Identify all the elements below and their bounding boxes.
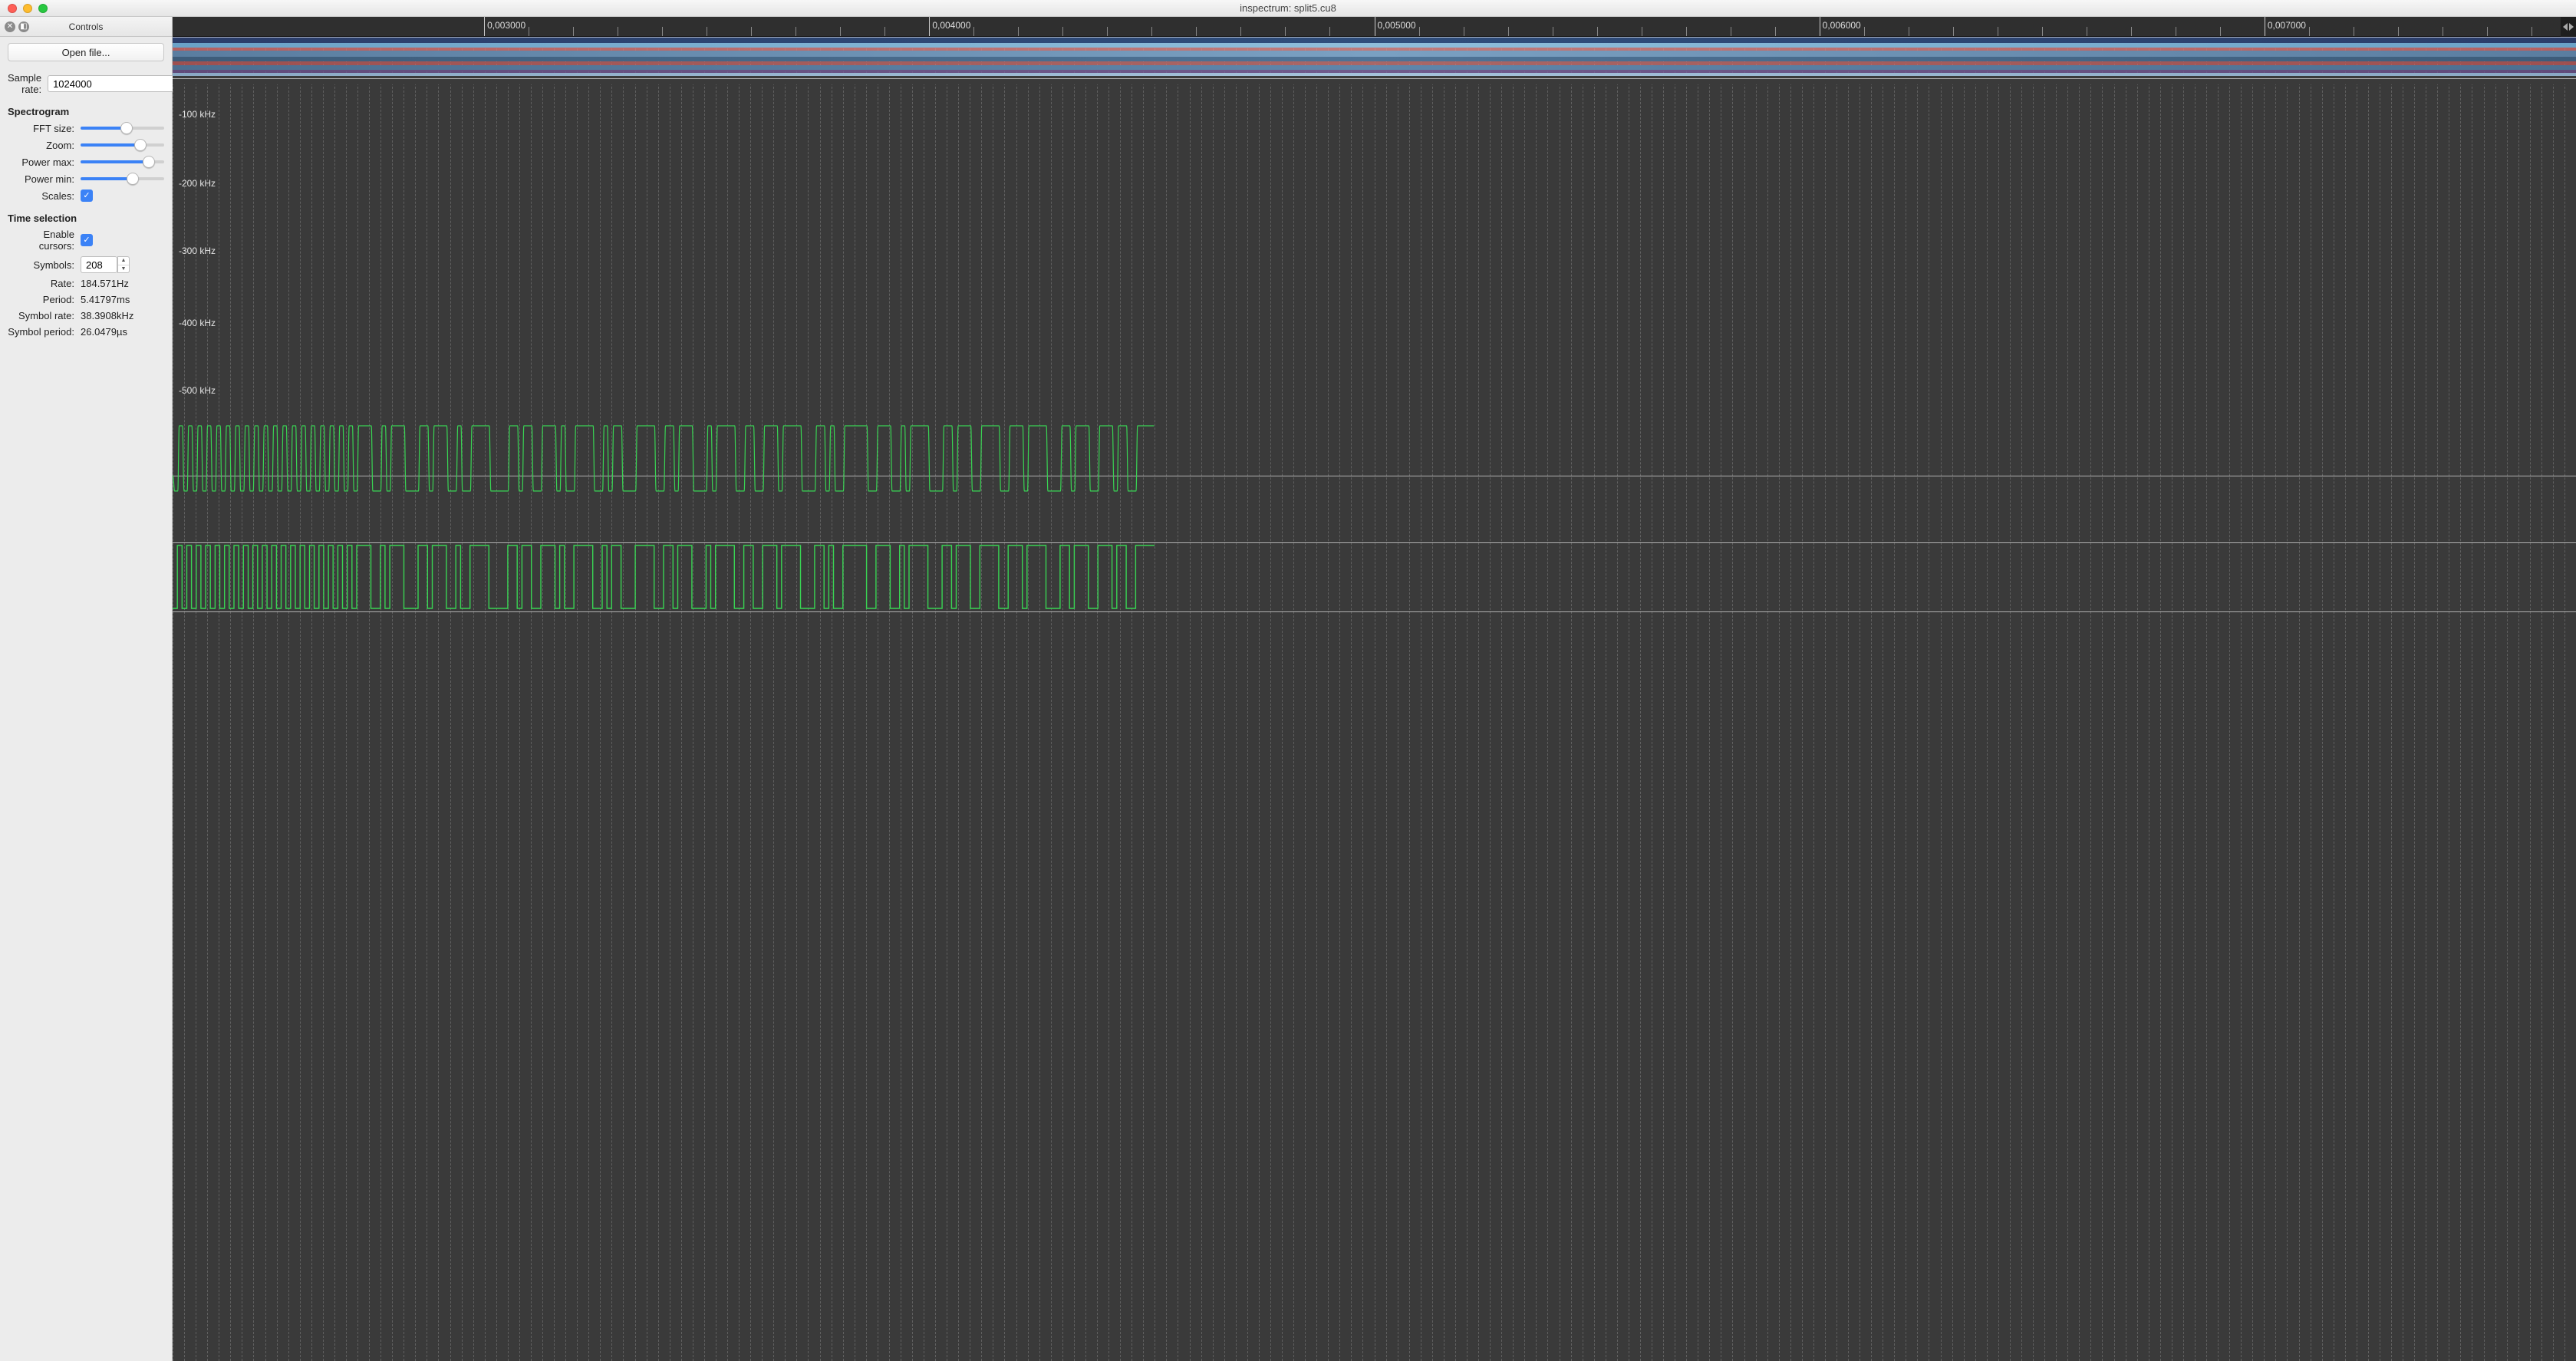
power-min-slider[interactable]: [81, 173, 164, 185]
zoom-label: Zoom:: [8, 140, 81, 151]
window-titlebar: inspectrum: split5.cu8: [0, 0, 2576, 17]
horizontal-scroll-arrows[interactable]: [2561, 17, 2576, 37]
time-selection-section-title: Time selection: [8, 213, 164, 224]
fft-size-slider[interactable]: [81, 122, 164, 134]
sidebar-header: ✕ ◧ Controls: [0, 17, 172, 37]
time-tick-label: 0,004000: [932, 20, 970, 31]
spectrogram-strip: [173, 37, 2576, 84]
rate-value: 184.571Hz: [81, 278, 129, 289]
symbol-rate-label: Symbol rate:: [8, 310, 81, 321]
symbol-grid: [173, 37, 2576, 1361]
rate-label: Rate:: [8, 278, 81, 289]
freq-tick-label: -300 kHz: [179, 246, 2576, 256]
fft-size-label: FFT size:: [8, 123, 81, 134]
scroll-right-icon[interactable]: [2569, 23, 2574, 31]
zoom-icon[interactable]: [38, 4, 48, 13]
scroll-left-icon[interactable]: [2563, 23, 2568, 31]
freq-tick-label: -400 kHz: [179, 318, 2576, 328]
freq-tick-label: -100 kHz: [179, 109, 2576, 120]
traffic-lights: [0, 4, 48, 13]
power-max-label: Power max:: [8, 157, 81, 168]
power-min-label: Power min:: [8, 173, 81, 185]
chevron-down-icon[interactable]: ▼: [118, 265, 129, 273]
period-value: 5.41797ms: [81, 294, 130, 305]
sample-rate-input[interactable]: [48, 75, 193, 92]
threshold-plot: [173, 542, 1155, 611]
symbol-period-label: Symbol period:: [8, 326, 81, 338]
open-file-button[interactable]: Open file...: [8, 43, 164, 61]
spectrogram-section-title: Spectrogram: [8, 106, 164, 117]
chevron-up-icon[interactable]: ▲: [118, 257, 129, 265]
symbol-rate-value: 38.3908kHz: [81, 310, 133, 321]
time-tick-label: 0,006000: [1823, 20, 1861, 31]
time-tick-label: 0,003000: [487, 20, 525, 31]
symbols-input[interactable]: [81, 256, 117, 273]
window-title: inspectrum: split5.cu8: [0, 2, 2576, 14]
enable-cursors-checkbox[interactable]: ✓: [81, 234, 93, 246]
enable-cursors-label: Enable cursors:: [8, 229, 81, 252]
minimize-icon[interactable]: [23, 4, 32, 13]
time-tick-label: 0,005000: [1378, 20, 1416, 31]
symbol-period-value: 26.0479µs: [81, 326, 127, 338]
power-max-slider[interactable]: [81, 156, 164, 168]
time-tick-label: 0,007000: [2268, 20, 2306, 31]
freq-tick-label: -200 kHz: [179, 178, 2576, 189]
close-icon[interactable]: [8, 4, 17, 13]
amplitude-plot: [173, 407, 1155, 522]
symbols-label: Symbols:: [8, 259, 81, 271]
zoom-slider[interactable]: [81, 139, 164, 151]
symbols-stepper[interactable]: ▲▼: [117, 256, 130, 273]
controls-sidebar: ✕ ◧ Controls Open file... Sample rate: S…: [0, 17, 173, 1361]
scales-label: Scales:: [8, 190, 81, 202]
sample-rate-label: Sample rate:: [8, 72, 48, 95]
period-label: Period:: [8, 294, 81, 305]
scales-checkbox[interactable]: ✓: [81, 189, 93, 202]
sidebar-title: Controls: [0, 21, 172, 32]
freq-tick-label: -500 kHz: [179, 385, 2576, 396]
time-ruler: 0,003000 0,004000 0,005000 0,006000 0,007000: [173, 17, 2576, 37]
spectrogram-view[interactable]: 0,003000 0,004000 0,005000 0,006000 0,007000: [173, 17, 2576, 1361]
